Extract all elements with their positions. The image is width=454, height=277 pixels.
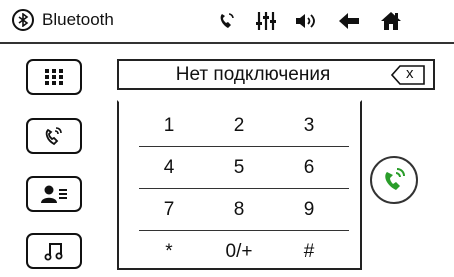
key-3[interactable]: 3 xyxy=(279,115,339,137)
home-icon[interactable] xyxy=(376,6,406,36)
key-9[interactable]: 9 xyxy=(279,199,339,221)
key-2[interactable]: 2 xyxy=(209,115,269,137)
bluetooth-icon xyxy=(12,9,34,31)
keypad-row: 1 2 3 xyxy=(139,105,349,147)
page-title: Bluetooth xyxy=(42,10,114,29)
backspace-button[interactable]: x xyxy=(390,65,425,85)
music-note-icon xyxy=(44,243,63,261)
back-icon[interactable] xyxy=(334,6,364,36)
top-bar-divider xyxy=(0,42,454,44)
key-star[interactable]: * xyxy=(139,241,199,263)
backspace-label: x xyxy=(406,65,414,82)
keypad-row: 4 5 6 xyxy=(139,147,349,189)
sidebar-item-recent-calls[interactable] xyxy=(26,118,82,154)
keypad: 1 2 3 4 5 6 7 8 9 * 0/+ # xyxy=(117,100,362,270)
volume-icon[interactable] xyxy=(291,6,321,36)
key-6[interactable]: 6 xyxy=(279,157,339,179)
key-7[interactable]: 7 xyxy=(139,199,199,221)
key-hash[interactable]: # xyxy=(279,241,339,263)
sidebar-item-contacts[interactable] xyxy=(26,176,82,212)
call-button[interactable] xyxy=(370,156,418,204)
keypad-row: 7 8 9 xyxy=(139,189,349,231)
equalizer-icon[interactable] xyxy=(251,6,281,36)
dialpad-icon xyxy=(45,69,63,85)
sidebar-item-music[interactable] xyxy=(26,233,82,269)
key-5[interactable]: 5 xyxy=(209,157,269,179)
contacts-icon xyxy=(41,185,67,203)
key-zero-plus[interactable]: 0/+ xyxy=(209,241,269,263)
keypad-row: * 0/+ # xyxy=(139,231,349,273)
key-4[interactable]: 4 xyxy=(139,157,199,179)
call-answer-icon xyxy=(385,168,405,190)
number-display: Нет подключения x xyxy=(117,59,435,90)
key-8[interactable]: 8 xyxy=(209,199,269,221)
phone-ringing-icon xyxy=(45,127,62,146)
sidebar-item-keypad[interactable] xyxy=(26,59,82,95)
key-1[interactable]: 1 xyxy=(139,115,199,137)
call-icon[interactable] xyxy=(212,6,242,36)
connection-status: Нет подключения xyxy=(175,64,331,85)
top-bar: Bluetooth xyxy=(0,0,454,44)
